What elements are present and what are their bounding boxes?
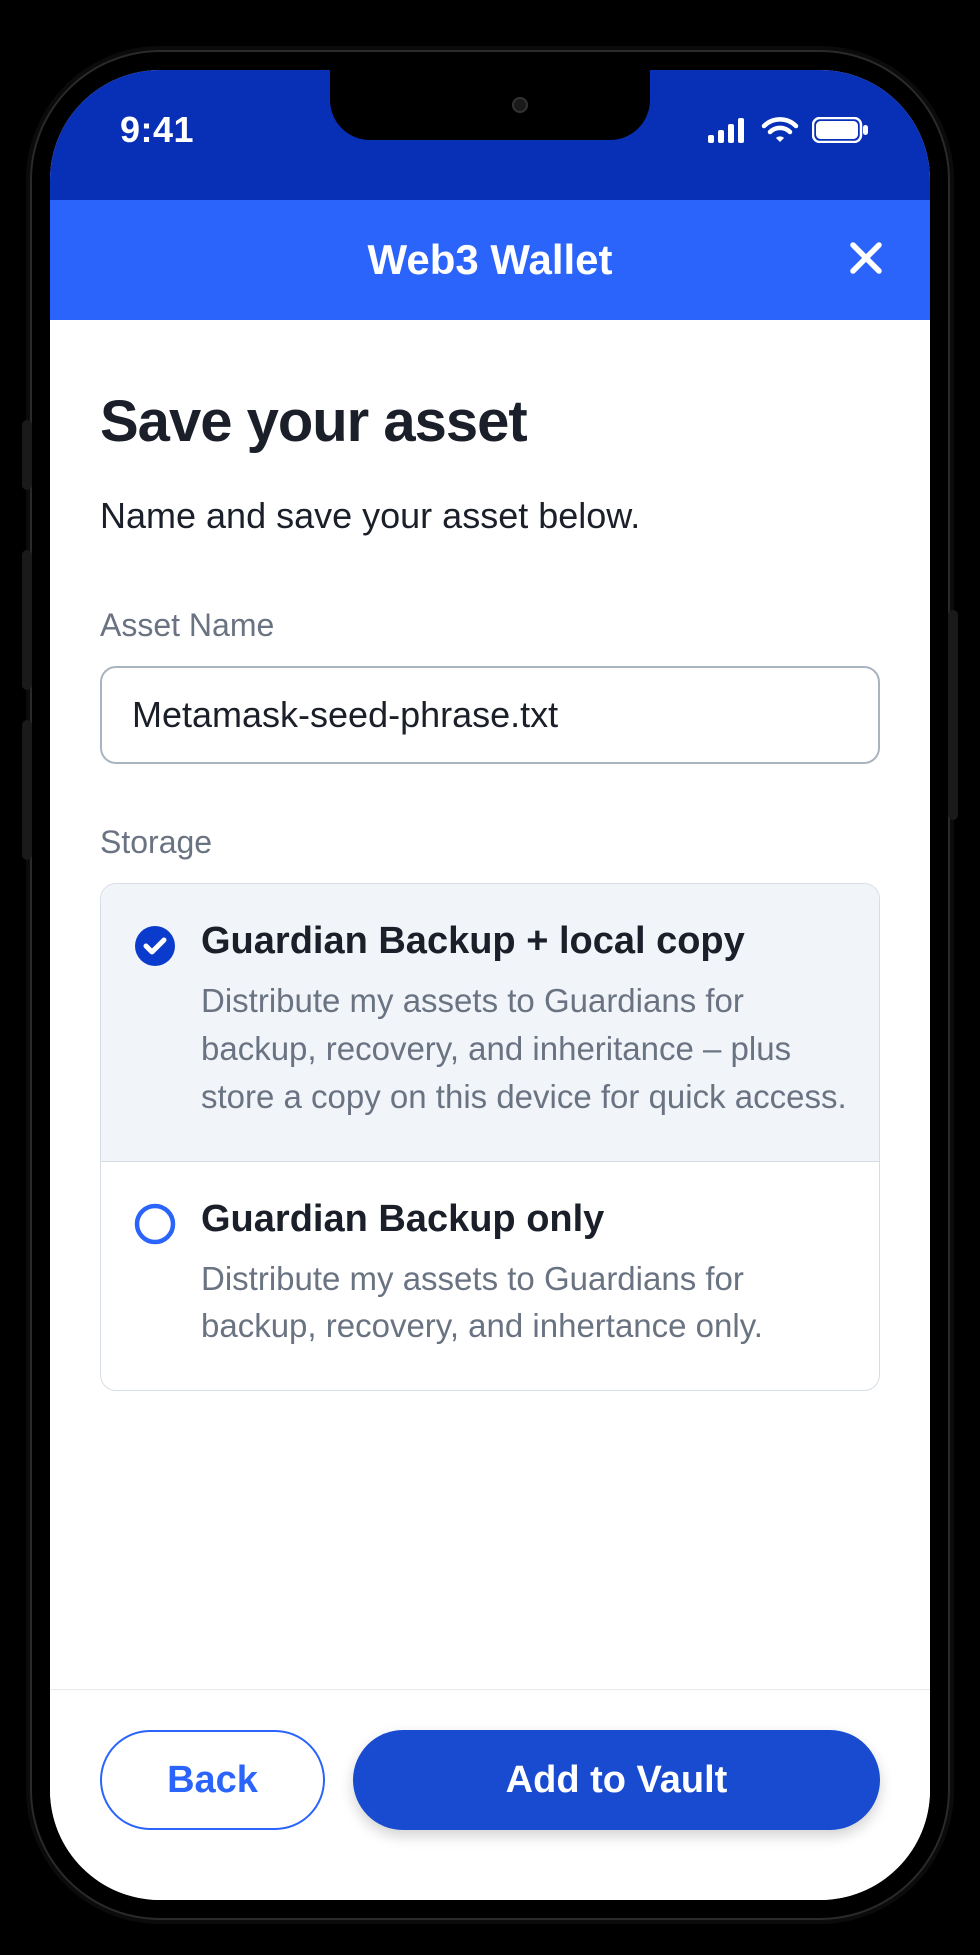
volume-up-button — [22, 550, 32, 690]
close-icon — [847, 239, 885, 282]
page-title: Save your asset — [100, 388, 880, 455]
battery-icon — [812, 117, 870, 143]
storage-option-title: Guardian Backup only — [201, 1198, 847, 1241]
device-notch — [330, 70, 650, 140]
add-to-vault-button[interactable]: Add to Vault — [353, 1730, 880, 1830]
cellular-icon — [708, 117, 748, 143]
front-camera — [512, 97, 528, 113]
storage-label: Storage — [100, 824, 880, 861]
back-button[interactable]: Back — [100, 1730, 325, 1830]
storage-option-guardian-local[interactable]: Guardian Backup + local copy Distribute … — [101, 884, 879, 1161]
content-area: Save your asset Name and save your asset… — [50, 320, 930, 1689]
status-indicators — [708, 116, 870, 144]
asset-name-label: Asset Name — [100, 607, 880, 644]
add-to-vault-button-label: Add to Vault — [506, 1759, 728, 1802]
storage-option-guardian-only[interactable]: Guardian Backup only Distribute my asset… — [101, 1161, 879, 1391]
nav-title: Web3 Wallet — [367, 236, 612, 284]
storage-option-group: Guardian Backup + local copy Distribute … — [100, 883, 880, 1391]
status-time: 9:41 — [120, 109, 194, 151]
storage-option-title: Guardian Backup + local copy — [201, 920, 847, 963]
close-button[interactable] — [842, 236, 890, 284]
page-subtitle: Name and save your asset below. — [100, 495, 880, 537]
radio-unselected-icon — [133, 1198, 177, 1351]
asset-name-input[interactable] — [100, 666, 880, 764]
radio-selected-icon — [133, 920, 177, 1121]
footer-actions: Back Add to Vault — [50, 1689, 930, 1900]
phone-device-frame: 9:41 — [30, 50, 950, 1920]
wifi-icon — [760, 116, 800, 144]
nav-header: Web3 Wallet — [50, 200, 930, 320]
back-button-label: Back — [167, 1759, 258, 1802]
volume-down-button — [22, 720, 32, 860]
power-button — [948, 610, 958, 820]
silence-switch — [22, 420, 32, 490]
storage-option-description: Distribute my assets to Guardians for ba… — [201, 1255, 847, 1351]
storage-option-description: Distribute my assets to Guardians for ba… — [201, 977, 847, 1121]
